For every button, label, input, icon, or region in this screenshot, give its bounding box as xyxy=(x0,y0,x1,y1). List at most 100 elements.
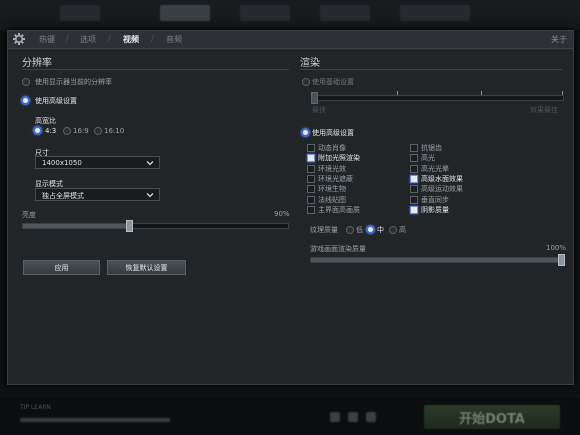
gear-icon xyxy=(13,33,25,45)
background-tab xyxy=(320,5,370,21)
texture-low-label: 低 xyxy=(356,226,363,234)
apply-button[interactable]: 应用 xyxy=(23,260,100,275)
background-text-blur xyxy=(20,418,170,422)
texture-high-label: 高 xyxy=(399,226,406,234)
basic-low-label: 最快 xyxy=(312,106,326,114)
tab-video[interactable]: 视频 xyxy=(123,34,139,45)
basic-high-label: 效果最佳 xyxy=(530,106,558,114)
render-option-label: 环境光遮蔽 xyxy=(318,174,353,183)
brightness-slider[interactable] xyxy=(22,220,289,232)
render-option-label: 高光 xyxy=(421,154,435,163)
render-quality-slider-fill xyxy=(311,258,563,262)
slider-tick xyxy=(481,91,482,95)
render-option-label: 环境光效 xyxy=(318,164,346,173)
aspect-16-9-radio[interactable] xyxy=(63,127,71,135)
render-option-checkbox[interactable] xyxy=(410,174,418,183)
settings-tab-bar: 热键 / 选项 / 视频 / 音频 关于 xyxy=(8,31,573,49)
background-status-text: TIP LEARN xyxy=(20,404,51,411)
render-option-label: 附加光照渲染 xyxy=(318,154,360,163)
render-option-label: 高级运动效果 xyxy=(421,185,463,194)
aspect-16-10-radio[interactable] xyxy=(94,127,102,135)
render-option-label: 主界面高画质 xyxy=(318,205,360,214)
advanced-rendering-radio[interactable] xyxy=(301,128,310,137)
start-dota-button[interactable]: 开始DOTA xyxy=(424,405,560,429)
background-tab xyxy=(400,5,470,21)
size-dropdown-value: 1400x1050 xyxy=(42,159,82,167)
render-option-label: 环境生物 xyxy=(318,185,346,194)
advanced-resolution-radio[interactable] xyxy=(21,96,30,105)
texture-medium-radio[interactable] xyxy=(366,225,375,234)
slider-tick xyxy=(562,91,563,95)
render-quality-slider-thumb[interactable] xyxy=(558,254,565,266)
brightness-value: 90% xyxy=(274,210,290,218)
render-option-label: 垂直同步 xyxy=(421,195,449,204)
size-dropdown[interactable]: 1400x1050 xyxy=(35,156,160,169)
background-logo xyxy=(60,5,100,21)
render-option-label: 法线贴图 xyxy=(318,195,346,204)
display-mode-dropdown[interactable]: 独占全屏模式 xyxy=(35,188,160,201)
render-option-checkbox[interactable] xyxy=(307,174,315,183)
render-option-label: 抗锯齿 xyxy=(421,144,442,152)
render-option-checkbox[interactable] xyxy=(410,205,418,214)
chevron-down-icon xyxy=(146,193,154,198)
render-option-checkbox[interactable] xyxy=(410,195,418,204)
brightness-slider-thumb[interactable] xyxy=(126,220,133,232)
background-icon-blur xyxy=(366,412,376,422)
render-option-checkbox[interactable] xyxy=(307,144,315,152)
section-divider xyxy=(22,69,289,70)
render-option-checkbox[interactable] xyxy=(307,195,315,204)
resolution-section-title: 分辨率 xyxy=(22,58,52,69)
render-option-label: 动态肖像 xyxy=(318,144,346,152)
render-option-checkbox[interactable] xyxy=(307,205,315,214)
render-option-checkbox[interactable] xyxy=(410,154,418,163)
advanced-resolution-label: 使用高级设置 xyxy=(35,97,77,105)
render-option-checkbox[interactable] xyxy=(410,144,418,152)
texture-quality-label: 纹理质量 xyxy=(310,226,338,234)
close-button[interactable]: 关于 xyxy=(551,34,567,45)
background-tab xyxy=(160,5,210,21)
basic-settings-radio[interactable] xyxy=(302,78,310,86)
aspect-16-9-label: 16:9 xyxy=(73,127,89,135)
settings-window: 热键 / 选项 / 视频 / 音频 关于 分辨率 使用显示器当前的分辨率 使用高… xyxy=(7,30,574,385)
background-top-bar xyxy=(0,0,580,30)
render-option-label: 阴影质量 xyxy=(421,205,449,214)
slider-tick xyxy=(397,91,398,95)
render-quality-slider[interactable] xyxy=(310,254,565,266)
background-tab xyxy=(240,5,290,21)
section-divider xyxy=(300,69,562,70)
texture-high-radio[interactable] xyxy=(389,226,397,234)
monitor-resolution-label: 使用显示器当前的分辨率 xyxy=(35,78,112,86)
render-option-label: 高级水面效果 xyxy=(421,174,463,183)
render-option-checkbox[interactable] xyxy=(307,185,315,194)
monitor-resolution-radio[interactable] xyxy=(22,78,30,86)
basic-settings-label: 使用基础设置 xyxy=(312,78,354,86)
tab-separator: / xyxy=(108,34,111,43)
render-option-checkbox[interactable] xyxy=(307,154,315,163)
basic-quality-slider[interactable] xyxy=(311,91,564,104)
tab-audio[interactable]: 音频 xyxy=(166,34,182,45)
chevron-down-icon xyxy=(146,161,154,166)
brightness-label: 亮度 xyxy=(22,211,36,219)
background-icon-blur xyxy=(330,412,340,422)
render-quality-value: 100% xyxy=(546,244,567,252)
aspect-16-10-label: 16:10 xyxy=(104,127,125,135)
texture-medium-label: 中 xyxy=(377,226,384,234)
render-quality-label: 游戏画面渲染质量 xyxy=(310,245,366,253)
render-option-checkbox[interactable] xyxy=(410,185,418,194)
tab-hotkeys[interactable]: 热键 xyxy=(39,34,55,45)
tab-options[interactable]: 选项 xyxy=(80,34,96,45)
brightness-slider-fill xyxy=(23,224,129,228)
aspect-ratio-label: 高宽比 xyxy=(35,117,56,125)
aspect-4-3-radio[interactable] xyxy=(33,126,42,135)
tab-separator: / xyxy=(151,34,154,43)
advanced-rendering-label: 使用高级设置 xyxy=(312,129,354,137)
background-icon-blur xyxy=(348,412,358,422)
rendering-section-title: 渲染 xyxy=(300,58,320,69)
render-option-checkbox[interactable] xyxy=(307,164,315,173)
texture-low-radio[interactable] xyxy=(346,226,354,234)
render-option-label: 高光光晕 xyxy=(421,164,449,173)
aspect-4-3-label: 4:3 xyxy=(45,127,57,135)
render-option-checkbox[interactable] xyxy=(410,164,418,173)
reset-defaults-button[interactable]: 恢复默认设置 xyxy=(107,260,186,275)
basic-quality-slider-thumb[interactable] xyxy=(311,92,318,104)
